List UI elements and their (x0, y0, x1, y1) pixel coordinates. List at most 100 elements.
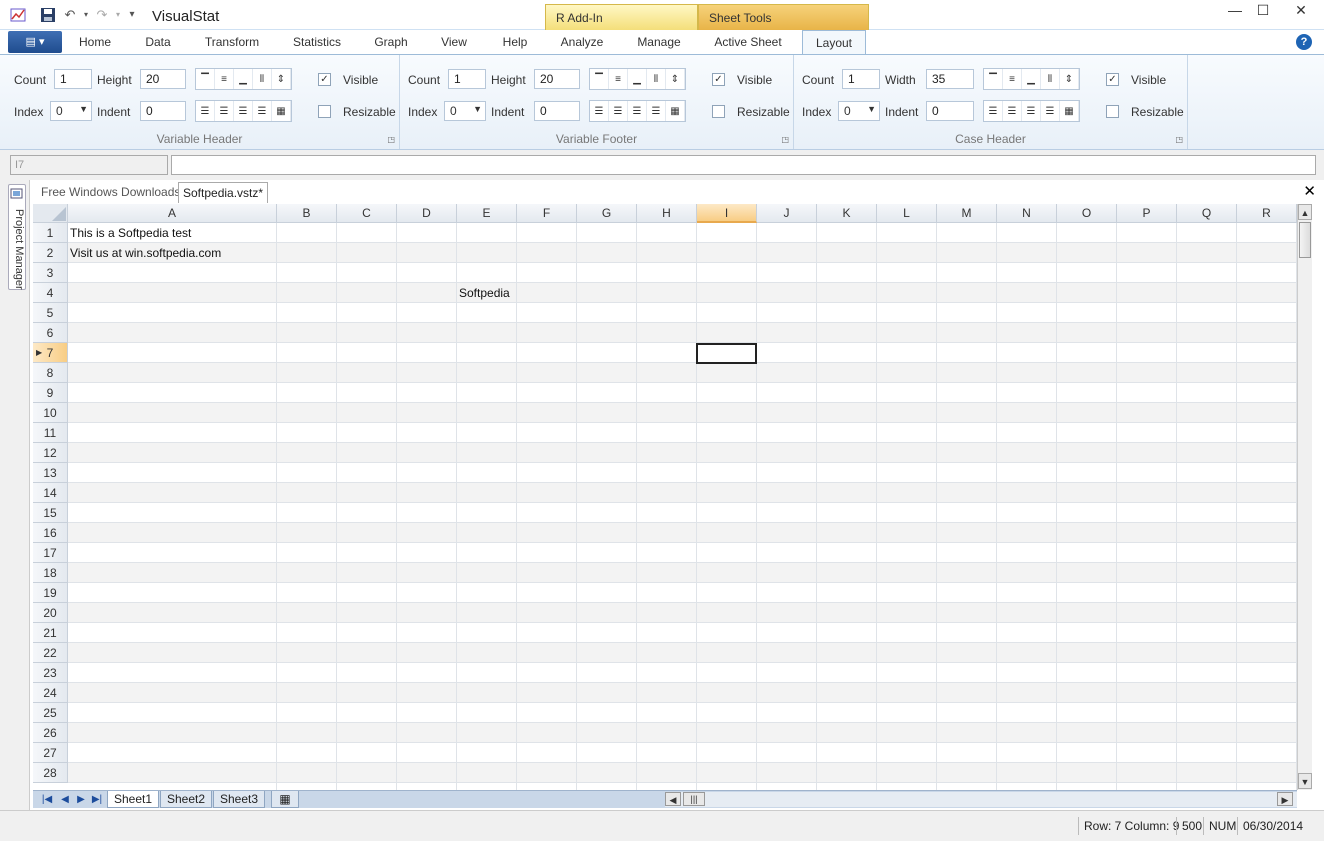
height-input[interactable]: 20 (534, 69, 580, 89)
align-center-icon[interactable]: ☰ (215, 101, 234, 121)
align-distribute-icon[interactable]: ⇕ (1060, 69, 1079, 89)
tab-data[interactable]: Data (130, 30, 186, 54)
row-header[interactable]: 28 (33, 763, 68, 783)
column-header[interactable]: F (517, 204, 577, 223)
row-header[interactable]: 4 (33, 283, 68, 303)
column-header[interactable]: I (697, 204, 757, 223)
column-header[interactable]: N (997, 204, 1057, 223)
row-header[interactable]: 8 (33, 363, 68, 383)
tab-help[interactable]: Help (490, 30, 540, 54)
column-header[interactable]: L (877, 204, 937, 223)
column-header[interactable]: R (1237, 204, 1297, 223)
resizable-checkbox[interactable] (1106, 105, 1119, 118)
row-header[interactable]: 1 (33, 223, 68, 243)
column-header[interactable]: Q (1177, 204, 1237, 223)
scroll-left-icon[interactable]: ◀ (665, 792, 681, 806)
align-top-icon[interactable]: ▔ (590, 69, 609, 89)
redo-icon[interactable]: ↷ (94, 7, 110, 23)
scroll-down-icon[interactable]: ▼ (1298, 773, 1312, 789)
align-justify-icon[interactable]: ☰ (253, 101, 272, 121)
row-header[interactable]: 20 (33, 603, 68, 623)
tab-analyze[interactable]: Analyze (548, 30, 616, 54)
sheet-tab-3[interactable]: Sheet3 (213, 791, 266, 808)
visible-checkbox[interactable]: ✓ (318, 73, 331, 86)
align-distributed-icon[interactable]: ▦ (272, 101, 291, 121)
row-header[interactable]: 15 (33, 503, 68, 523)
resizable-checkbox[interactable] (318, 105, 331, 118)
row-header[interactable]: 11 (33, 423, 68, 443)
first-sheet-icon[interactable]: |◀ (39, 792, 55, 808)
maximize-button[interactable]: ☐ (1250, 0, 1276, 22)
help-icon[interactable]: ? (1296, 34, 1312, 50)
count-input[interactable]: 1 (842, 69, 880, 89)
align-distribute-icon[interactable]: ⇕ (666, 69, 685, 89)
row-header[interactable]: 18 (33, 563, 68, 583)
close-document-icon[interactable]: ✕ (1303, 182, 1316, 200)
column-header[interactable]: G (577, 204, 637, 223)
width-input[interactable]: 35 (926, 69, 974, 89)
align-middle-icon[interactable]: ≡ (215, 69, 234, 89)
column-header[interactable]: M (937, 204, 997, 223)
index-dropdown[interactable]: 0 ▼ (838, 101, 880, 121)
horizontal-scrollbar[interactable]: ◀ ||| ▶ (665, 792, 1297, 807)
formula-input[interactable] (171, 155, 1316, 175)
column-header[interactable]: J (757, 204, 817, 223)
column-header[interactable]: D (397, 204, 457, 223)
customize-toolbar-icon[interactable]: ▾ (124, 7, 140, 23)
row-header[interactable]: 23 (33, 663, 68, 683)
indent-input[interactable]: 0 (140, 101, 186, 121)
vertical-scrollbar[interactable]: ▲ ▼ (1297, 204, 1312, 790)
doc-tab-softpedia[interactable]: Softpedia.vstz* (178, 182, 269, 203)
column-header[interactable]: H (637, 204, 697, 223)
row-header[interactable]: 25 (33, 703, 68, 723)
align-justify-vertical-icon[interactable]: ⦀ (647, 69, 666, 89)
count-input[interactable]: 1 (54, 69, 92, 89)
align-left-icon[interactable]: ☰ (590, 101, 609, 121)
tab-layout[interactable]: Layout (802, 30, 866, 55)
name-box[interactable]: I7 (10, 155, 168, 175)
column-header[interactable]: P (1117, 204, 1177, 223)
undo-icon[interactable]: ↶ (62, 7, 78, 23)
column-header[interactable]: O (1057, 204, 1117, 223)
resizable-checkbox[interactable] (712, 105, 725, 118)
sheet-tab-2[interactable]: Sheet2 (160, 791, 213, 808)
align-justify-icon[interactable]: ☰ (1041, 101, 1060, 121)
column-header[interactable]: A (68, 204, 277, 223)
align-distributed-icon[interactable]: ▦ (1060, 101, 1079, 121)
file-menu-button[interactable]: ▤ ▾ (8, 31, 62, 53)
row-header[interactable]: 6 (33, 323, 68, 343)
index-dropdown[interactable]: 0 ▼ (50, 101, 92, 121)
last-sheet-icon[interactable]: ▶| (89, 792, 105, 808)
align-distribute-icon[interactable]: ⇕ (272, 69, 291, 89)
align-top-icon[interactable]: ▔ (984, 69, 1003, 89)
horizontal-scroll-thumb[interactable]: ||| (683, 792, 705, 806)
row-header[interactable]: 14 (33, 483, 68, 503)
align-right-icon[interactable]: ☰ (1022, 101, 1041, 121)
minimize-button[interactable]: — (1220, 0, 1250, 22)
cell[interactable]: Visit us at win.softpedia.com (68, 243, 221, 263)
project-manager-tab[interactable]: Project Manager (8, 184, 26, 290)
scroll-up-icon[interactable]: ▲ (1298, 204, 1312, 220)
prev-sheet-icon[interactable]: ◀ (57, 792, 73, 808)
add-sheet-icon[interactable]: ▦ (271, 791, 299, 808)
align-middle-icon[interactable]: ≡ (1003, 69, 1022, 89)
align-bottom-icon[interactable]: ▁ (234, 69, 253, 89)
align-center-icon[interactable]: ☰ (1003, 101, 1022, 121)
close-button[interactable]: ✕ (1278, 0, 1324, 22)
indent-input[interactable]: 0 (534, 101, 580, 121)
align-middle-icon[interactable]: ≡ (609, 69, 628, 89)
tab-transform[interactable]: Transform (194, 30, 270, 54)
row-header[interactable]: 27 (33, 743, 68, 763)
align-left-icon[interactable]: ☰ (984, 101, 1003, 121)
doc-tab-free-windows-downloads[interactable]: Free Windows Downloads (37, 182, 184, 203)
align-center-icon[interactable]: ☰ (609, 101, 628, 121)
align-justify-vertical-icon[interactable]: ⦀ (253, 69, 272, 89)
dialog-launcher-icon[interactable]: ◳ (387, 135, 395, 144)
row-header[interactable]: 5 (33, 303, 68, 323)
align-bottom-icon[interactable]: ▁ (628, 69, 647, 89)
column-header[interactable]: C (337, 204, 397, 223)
select-all-corner[interactable] (33, 204, 68, 223)
tab-view[interactable]: View (428, 30, 480, 54)
align-bottom-icon[interactable]: ▁ (1022, 69, 1041, 89)
row-header[interactable]: 26 (33, 723, 68, 743)
